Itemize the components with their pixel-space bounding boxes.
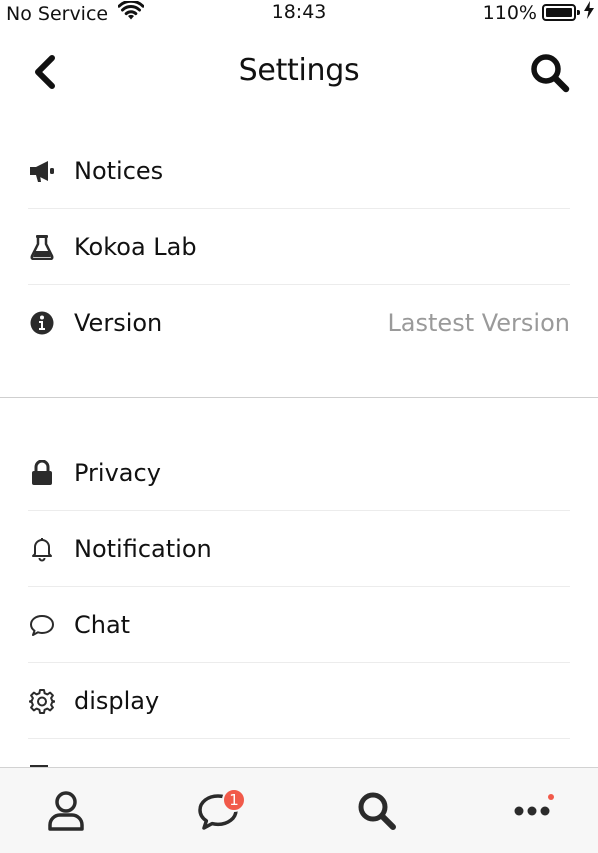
status-bar: No Service 18:43 110% (0, 0, 598, 26)
chat-bubble-icon (28, 611, 56, 639)
tab-chats[interactable]: 1 (188, 786, 248, 836)
settings-item-kokoa-lab[interactable]: Kokoa Lab (0, 209, 598, 285)
bell-icon (28, 535, 56, 563)
tab-more[interactable] (502, 786, 562, 836)
navigation-header: Settings (0, 40, 598, 104)
settings-section-general: Notices Kokoa Lab Version Lastest Versio… (0, 133, 598, 361)
bottom-tab-bar: 1 (0, 767, 598, 853)
flask-icon (28, 233, 56, 261)
battery-icon (542, 4, 580, 21)
settings-item-label: Version (74, 309, 163, 337)
settings-item-label: Kokoa Lab (74, 233, 197, 261)
settings-item-version[interactable]: Version Lastest Version (0, 285, 598, 361)
settings-item-label: Chat (74, 611, 131, 639)
search-icon (358, 792, 396, 830)
settings-item-label: Privacy (74, 459, 161, 487)
settings-item-label: Notification (74, 535, 212, 563)
charging-bolt-icon (584, 1, 594, 24)
info-icon (28, 309, 56, 337)
unread-badge: 1 (222, 788, 246, 812)
header-search-button[interactable] (526, 50, 574, 94)
settings-item-notices[interactable]: Notices (0, 133, 598, 209)
person-icon (48, 791, 84, 831)
tab-search[interactable] (346, 786, 406, 836)
lock-icon (28, 459, 56, 487)
new-indicator-dot (548, 794, 554, 800)
megaphone-icon (28, 157, 56, 185)
settings-item-display[interactable]: display (0, 663, 598, 739)
tab-friends[interactable] (36, 786, 96, 836)
more-icon (514, 806, 550, 816)
divider (28, 738, 570, 739)
settings-item-label: Notices (74, 157, 164, 185)
section-divider (0, 397, 598, 398)
gear-icon (28, 687, 56, 715)
battery-percent: 110% (482, 1, 537, 24)
settings-section-preferences: Privacy Notification Chat display (0, 435, 598, 767)
status-right: 110% (483, 1, 594, 24)
version-status: Lastest Version (387, 309, 570, 337)
settings-item-privacy[interactable]: Privacy (0, 435, 598, 511)
settings-item-chat[interactable]: Chat (0, 587, 598, 663)
search-icon (531, 54, 570, 93)
settings-item-label: display (74, 687, 160, 715)
settings-item-notification[interactable]: Notification (0, 511, 598, 587)
page-title: Settings (238, 53, 360, 88)
